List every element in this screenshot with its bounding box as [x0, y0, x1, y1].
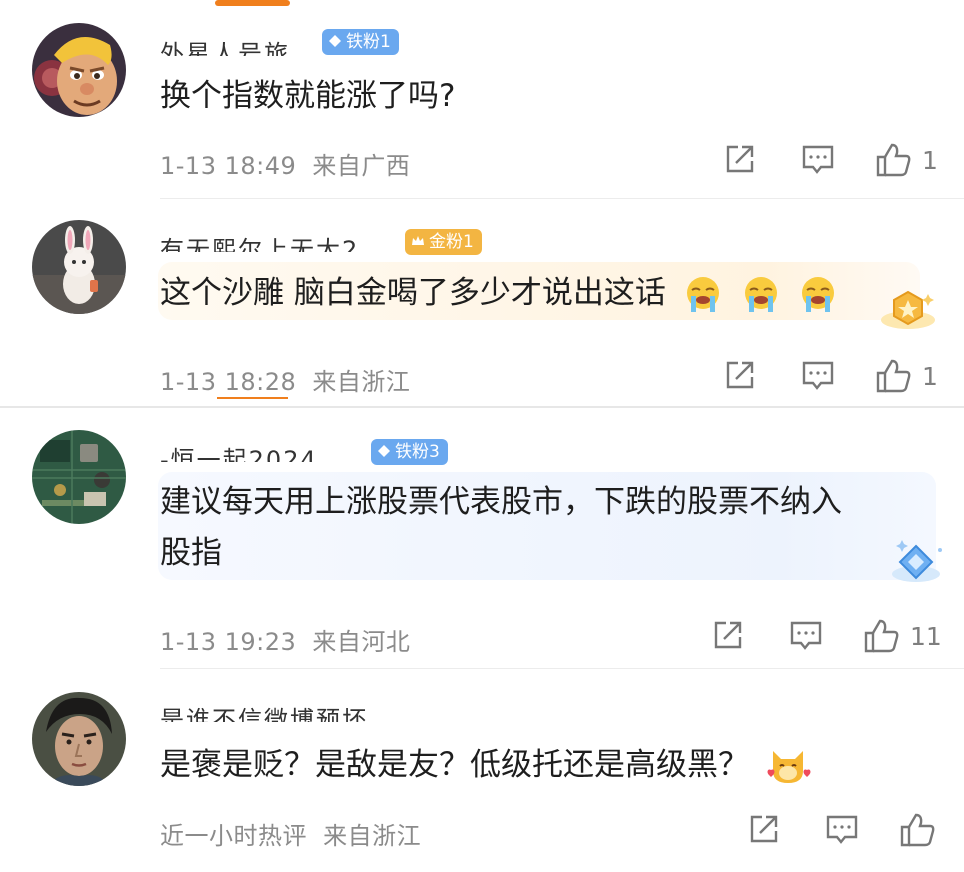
comment-text-line-2: 股指: [160, 535, 222, 571]
avatar[interactable]: [32, 430, 126, 524]
avatar[interactable]: [32, 692, 126, 786]
like-icon[interactable]: [874, 141, 912, 179]
divider: [160, 668, 964, 669]
divider: [0, 406, 964, 408]
username[interactable]: 有无熙尔上无大2: [160, 222, 408, 252]
like-icon[interactable]: [874, 357, 912, 395]
comment-location: 来自浙江: [312, 368, 411, 396]
like-icon[interactable]: [898, 811, 936, 849]
comment-item: 有无熙尔上无大2 金粉1 这个沙雕 脑白金喝了多少才说出这话 1-13 18:2…: [0, 200, 964, 408]
comment-time: 1-13 19:23: [160, 628, 297, 656]
username[interactable]: 是谁不信微博预坏: [160, 692, 410, 722]
time-underline: [217, 397, 288, 399]
like-count: 1: [922, 146, 938, 175]
gold-medal-icon: [881, 290, 935, 329]
comment-actions: 11: [710, 617, 955, 657]
diamond-icon: [378, 445, 390, 457]
comment-location: 来自广西: [312, 152, 411, 180]
comment-meta: 近一小时热评 来自浙江: [160, 816, 421, 851]
cat-love-icon: [767, 750, 811, 783]
share-icon[interactable]: [746, 811, 782, 847]
comment-time: 近一小时热评: [160, 822, 307, 850]
crying-face-icon: [802, 276, 835, 312]
avatar[interactable]: [32, 23, 126, 117]
comment-icon[interactable]: [800, 141, 836, 177]
comment-item: 外星人号旅 铁粉1 换个指数就能涨了吗? 1-13 18:49 来自广西 1: [0, 0, 964, 200]
comment-text: 这个沙雕 脑白金喝了多少才说出这话: [160, 268, 839, 319]
comment-location: 来自河北: [312, 628, 411, 656]
comment-item: 是谁不信微博预坏 是褒是贬？是敌是友？低级托还是高级黑？ 近一小时热评 来自浙江: [0, 670, 964, 872]
blue-diamond-medal-icon: [892, 540, 942, 582]
crying-face-icon: [686, 276, 719, 312]
comment-actions: 1: [722, 357, 952, 397]
comment-icon[interactable]: [824, 811, 860, 847]
fan-badge[interactable]: 铁粉3: [371, 439, 448, 465]
comment-meta: 1-13 18:28 来自浙江: [160, 362, 410, 397]
comment-icon[interactable]: [800, 357, 836, 393]
like-count: 1: [922, 362, 938, 391]
share-icon[interactable]: [722, 141, 758, 177]
divider: [160, 198, 964, 199]
username[interactable]: 外星人号旅: [160, 26, 330, 56]
comment-text: 是褒是贬？是敌是友？低级托还是高级黑？: [160, 740, 811, 791]
share-icon[interactable]: [710, 617, 746, 653]
diamond-icon: [329, 35, 341, 47]
fan-badge[interactable]: 铁粉1: [322, 29, 399, 55]
username[interactable]: -恒一起2024: [160, 432, 372, 462]
comment-meta: 1-13 19:23 来自河北: [160, 622, 410, 657]
comment-time: 1-13 18:49: [160, 152, 297, 180]
avatar[interactable]: [32, 220, 126, 314]
comment-text: 换个指数就能涨了吗?: [160, 78, 456, 114]
comment-meta: 1-13 18:49 来自广西: [160, 146, 410, 181]
like-icon[interactable]: [862, 617, 900, 655]
comment-icon[interactable]: [788, 617, 824, 653]
like-count: 11: [910, 622, 942, 651]
fan-badge[interactable]: 金粉1: [405, 229, 482, 255]
comment-actions: 1: [722, 141, 952, 181]
crown-icon: [412, 236, 424, 245]
share-icon[interactable]: [722, 357, 758, 393]
comment-text-line-1: 建议每天用上涨股票代表股市，下跌的股票不纳入: [160, 484, 842, 520]
comment-location: 来自浙江: [323, 822, 422, 850]
comment-actions: [746, 811, 946, 851]
comment-time: 1-13 18:28: [160, 368, 297, 396]
crying-face-icon: [744, 276, 777, 312]
comment-item: -恒一起2024 铁粉3 建议每天用上涨股票代表股市，下跌的股票不纳入 股指 1…: [0, 410, 964, 669]
